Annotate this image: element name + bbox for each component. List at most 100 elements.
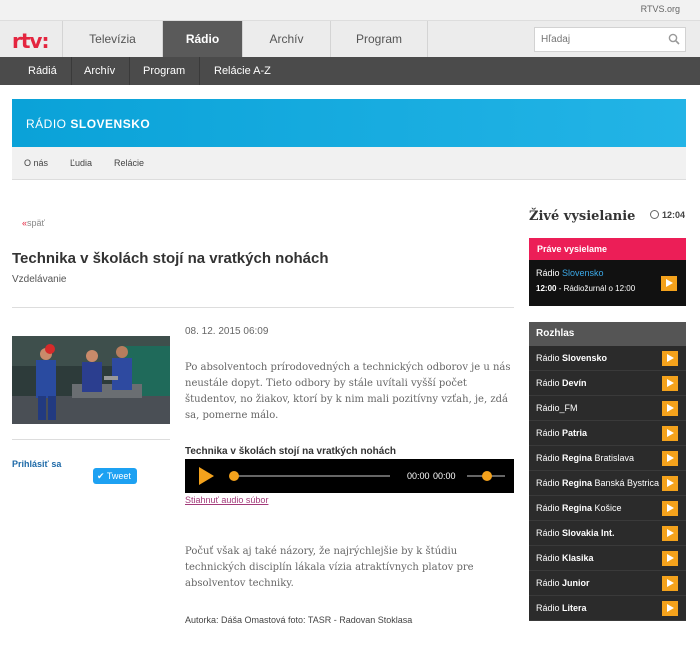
station-banner[interactable]: RÁDIO SLOVENSKO (12, 99, 686, 147)
station-play-icon[interactable] (662, 351, 678, 366)
station-nav-o-nas[interactable]: O nás (24, 158, 48, 168)
station-suffix: Bratislava (592, 453, 635, 463)
station-name: Klasika (562, 553, 594, 563)
article-title: Technika v školách stojí na vratkých noh… (12, 250, 329, 267)
now-station-name[interactable]: Slovensko (562, 268, 604, 278)
station-play-icon[interactable] (662, 551, 678, 566)
station-name: Patria (562, 428, 588, 438)
rozhlas-panel: Rozhlas Rádio Slovensko Rádio Devín Rádio_… (529, 322, 686, 621)
play-icon[interactable] (199, 467, 214, 485)
station-item[interactable]: Rádio Klasika (529, 546, 686, 571)
tab-archiv[interactable]: Archív (242, 21, 330, 58)
station-item[interactable]: Rádio Regina Bratislava (529, 446, 686, 471)
search-icon[interactable] (668, 33, 680, 45)
station-item[interactable]: Rádio Devín (529, 371, 686, 396)
station-name: Regina (562, 478, 593, 488)
article-category[interactable]: Vzdelávanie (12, 274, 66, 285)
station-item[interactable]: Rádio Slovensko (529, 346, 686, 371)
back-link[interactable]: «späť (22, 218, 45, 228)
now-playing-box: Rádio Slovensko 12:00 - Rádiožurnál o 12… (529, 260, 686, 306)
rozhlas-header: Rozhlas (529, 322, 686, 346)
tab-radio[interactable]: Rádio (162, 21, 242, 58)
live-title: Živé vysielanie (529, 209, 636, 224)
sub-nav: Rádiá Archív Program Relácie A-Z (0, 57, 700, 85)
tab-program[interactable]: Program (330, 21, 428, 58)
station-name: Litera (562, 603, 587, 613)
article-date: 08. 12. 2015 06:09 (185, 326, 269, 337)
station-play-icon[interactable] (662, 576, 678, 591)
subnav-radia[interactable]: Rádiá (14, 57, 72, 85)
station-play-icon[interactable] (662, 426, 678, 441)
station-name: Devín (562, 378, 587, 388)
main-nav: rtv: Televízia Rádio Archív Program (0, 20, 700, 58)
station-play-icon[interactable] (662, 476, 678, 491)
station-item[interactable]: Rádio Patria (529, 421, 686, 446)
station-prefix: Rádio (536, 378, 563, 388)
station-name: Slovakia Int. (562, 528, 615, 538)
station-play-icon[interactable] (662, 376, 678, 391)
now-playing-station: Rádio Slovensko (536, 268, 604, 278)
login-link[interactable]: Prihlásiť sa (12, 459, 61, 469)
article-paragraph-2: Počuť však aj také názory, že najrýchlej… (185, 546, 474, 589)
audio-total-time: 00:00 (433, 471, 456, 481)
station-play-icon[interactable] (662, 601, 678, 616)
clock-icon (650, 210, 659, 219)
now-station-prefix: Rádio (536, 268, 560, 278)
audio-player: 00:00 00:00 (185, 459, 514, 493)
station-name: Regina (562, 453, 593, 463)
station-logo[interactable]: RÁDIO SLOVENSKO (26, 117, 150, 131)
subnav-archiv[interactable]: Archív (70, 57, 131, 85)
now-show-time: 12:00 (536, 284, 557, 293)
station-item[interactable]: Rádio Slovakia Int. (529, 521, 686, 546)
station-prefix: Rádio (536, 553, 563, 563)
station-suffix: Košice (592, 503, 622, 513)
station-name: Slovensko (562, 353, 608, 363)
station-prefix: Rádio (536, 578, 563, 588)
station-name: Regina (562, 503, 593, 513)
audio-title: Technika v školách stojí na vratkých noh… (185, 446, 397, 457)
station-prefix: Rádio (536, 503, 563, 513)
now-playing-show: 12:00 - Rádiožurnál o 12:00 (536, 284, 635, 293)
clock-time: 12:04 (662, 210, 686, 220)
left-divider (12, 439, 170, 440)
station-item[interactable]: Rádio Litera (529, 596, 686, 621)
rtvs-link[interactable]: RTVS.org (641, 4, 680, 14)
station-suffix: Banská Bystrica (592, 478, 660, 488)
back-label: späť (27, 218, 45, 228)
audio-current-time: 00:00 (407, 471, 430, 481)
station-play-icon[interactable] (662, 526, 678, 541)
now-playing-play-icon[interactable] (661, 276, 677, 291)
tab-televizia[interactable]: Televízia (62, 21, 162, 58)
station-nav-ludia[interactable]: Ľudia (70, 158, 92, 168)
subnav-relacie-az[interactable]: Relácie A-Z (200, 57, 285, 85)
seek-bar[interactable] (230, 475, 390, 477)
station-logo-prefix: RÁDIO (26, 117, 67, 131)
station-prefix: Rádio_FM (536, 403, 578, 413)
station-item[interactable]: Rádio_FM (529, 396, 686, 421)
rtv-logo[interactable]: rtv: (12, 29, 49, 53)
search-box (534, 27, 686, 52)
station-play-icon[interactable] (662, 451, 678, 466)
now-show-title: - Rádiožurnál o 12:00 (556, 284, 636, 293)
volume-handle[interactable] (482, 471, 492, 481)
station-nav-relacie[interactable]: Relácie (114, 158, 144, 168)
station-item[interactable]: Rádio Regina Banská Bystrica (529, 471, 686, 496)
now-playing-header: Práve vysielame (529, 238, 686, 260)
download-audio-link[interactable]: Stiahnuť audio súbor (185, 495, 268, 505)
article-photo (12, 336, 170, 424)
station-logo-name: SLOVENSKO (70, 117, 151, 131)
station-prefix: Rádio (536, 428, 563, 438)
subnav-program[interactable]: Program (129, 57, 201, 85)
search-input[interactable] (535, 28, 660, 51)
twitter-bird-icon: ✔ (97, 471, 105, 481)
station-prefix: Rádio (536, 603, 563, 613)
tweet-button[interactable]: ✔ Tweet (93, 468, 137, 484)
workshop-photo-image (12, 336, 170, 424)
station-play-icon[interactable] (662, 401, 678, 416)
station-item[interactable]: Rádio Junior (529, 571, 686, 596)
station-item[interactable]: Rádio Regina Košice (529, 496, 686, 521)
station-play-icon[interactable] (662, 501, 678, 516)
seek-handle[interactable] (229, 471, 239, 481)
article-author: Autorka: Dáša Omastová foto: TASR - Rado… (185, 615, 413, 625)
station-prefix: Rádio (536, 478, 563, 488)
